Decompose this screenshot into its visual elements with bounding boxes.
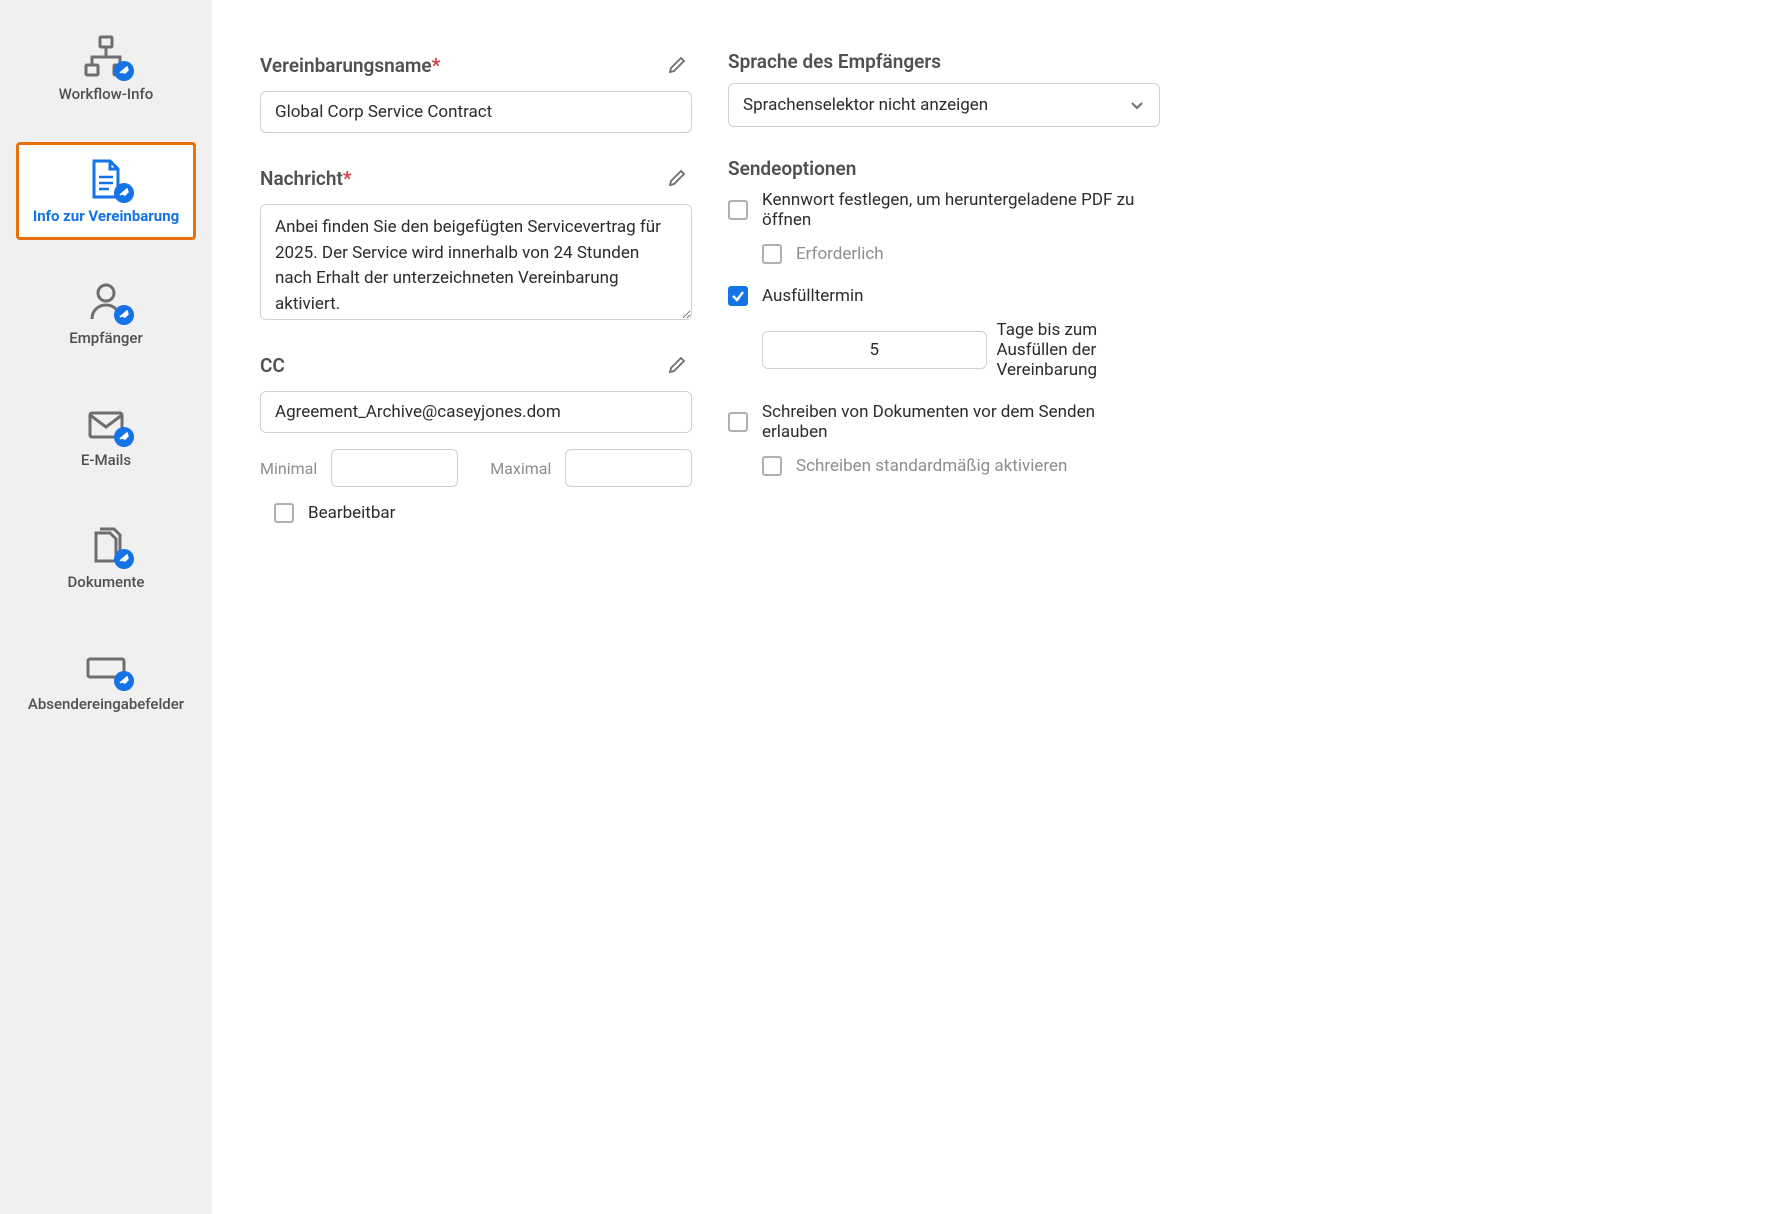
agreement-name-input[interactable] [260, 91, 692, 133]
edit-message-button[interactable] [664, 163, 692, 194]
cc-min-input[interactable] [331, 449, 458, 487]
edit-agreement-name-button[interactable] [664, 50, 692, 81]
input-field-icon [82, 645, 130, 689]
sidebar-item-agreement-info[interactable]: Info zur Vereinbarung [16, 142, 196, 240]
deadline-days-text: Tage bis zum Ausfüllen der Vereinbarung [997, 320, 1160, 380]
workflow-icon [82, 35, 130, 79]
deadline-label: Ausfülltermin [762, 286, 863, 306]
pencil-icon [668, 354, 688, 374]
edit-cc-button[interactable] [664, 350, 692, 381]
recipient-language-group: Sprache des Empfängers Sprachenselektor … [728, 50, 1160, 127]
send-options-title: Sendeoptionen [728, 157, 1160, 180]
write-default-label: Schreiben standardmäßig aktivieren [796, 456, 1067, 476]
sidebar-item-recipients[interactable]: Empfänger [16, 264, 196, 362]
documents-icon [82, 523, 130, 567]
max-label: Maximal [490, 459, 551, 478]
sidebar-item-workflow-info[interactable]: Workflow-Info [16, 20, 196, 118]
recipient-language-select[interactable]: Sprachenselektor nicht anzeigen [728, 83, 1160, 127]
sidebar-item-label: Info zur Vereinbarung [33, 207, 179, 225]
cc-max-input[interactable] [565, 449, 692, 487]
message-label: Nachricht* [260, 167, 351, 190]
password-required-label: Erforderlich [796, 244, 884, 264]
sidebar-item-label: Empfänger [69, 329, 143, 347]
mail-icon [82, 401, 130, 445]
pencil-icon [668, 167, 688, 187]
send-options-group: Sendeoptionen Kennwort festlegen, um her… [728, 157, 1160, 476]
cc-group: CC Minimal Maximal Bearbeitbar [260, 350, 692, 523]
sidebar-item-sender-inputs[interactable]: Absendereingabefelder [16, 630, 196, 728]
sidebar: Workflow-Info Info zur Vereinbarung Empf… [0, 0, 212, 1214]
cc-editable-label: Bearbeitbar [308, 503, 395, 523]
person-icon [82, 279, 130, 323]
sidebar-item-documents[interactable]: Dokumente [16, 508, 196, 606]
pencil-icon [668, 54, 688, 74]
password-checkbox[interactable] [728, 200, 748, 220]
password-label: Kennwort festlegen, um heruntergeladene … [762, 190, 1160, 230]
allow-write-label: Schreiben von Dokumenten vor dem Senden … [762, 402, 1160, 442]
write-default-checkbox[interactable] [762, 456, 782, 476]
message-group: Nachricht* [260, 163, 692, 320]
recipient-language-label: Sprache des Empfängers [728, 50, 1160, 73]
cc-editable-checkbox[interactable] [274, 503, 294, 523]
document-icon [82, 157, 130, 201]
deadline-days-input[interactable] [762, 331, 987, 369]
deadline-checkbox[interactable] [728, 286, 748, 306]
sidebar-item-label: E-Mails [81, 451, 131, 469]
sidebar-item-label: Workflow-Info [59, 85, 154, 103]
password-required-checkbox[interactable] [762, 244, 782, 264]
sidebar-item-label: Dokumente [68, 573, 145, 591]
cc-input[interactable] [260, 391, 692, 433]
agreement-name-group: Vereinbarungsname* [260, 50, 692, 133]
main-content: Vereinbarungsname* Nachricht* CC [212, 0, 1784, 1214]
agreement-name-label: Vereinbarungsname* [260, 54, 440, 77]
sidebar-item-label: Absendereingabefelder [28, 695, 184, 713]
message-textarea[interactable] [260, 204, 692, 320]
min-label: Minimal [260, 459, 317, 478]
chevron-down-icon [1129, 97, 1145, 113]
sidebar-item-emails[interactable]: E-Mails [16, 386, 196, 484]
recipient-language-value: Sprachenselektor nicht anzeigen [743, 95, 988, 115]
allow-write-checkbox[interactable] [728, 412, 748, 432]
cc-label: CC [260, 354, 285, 377]
